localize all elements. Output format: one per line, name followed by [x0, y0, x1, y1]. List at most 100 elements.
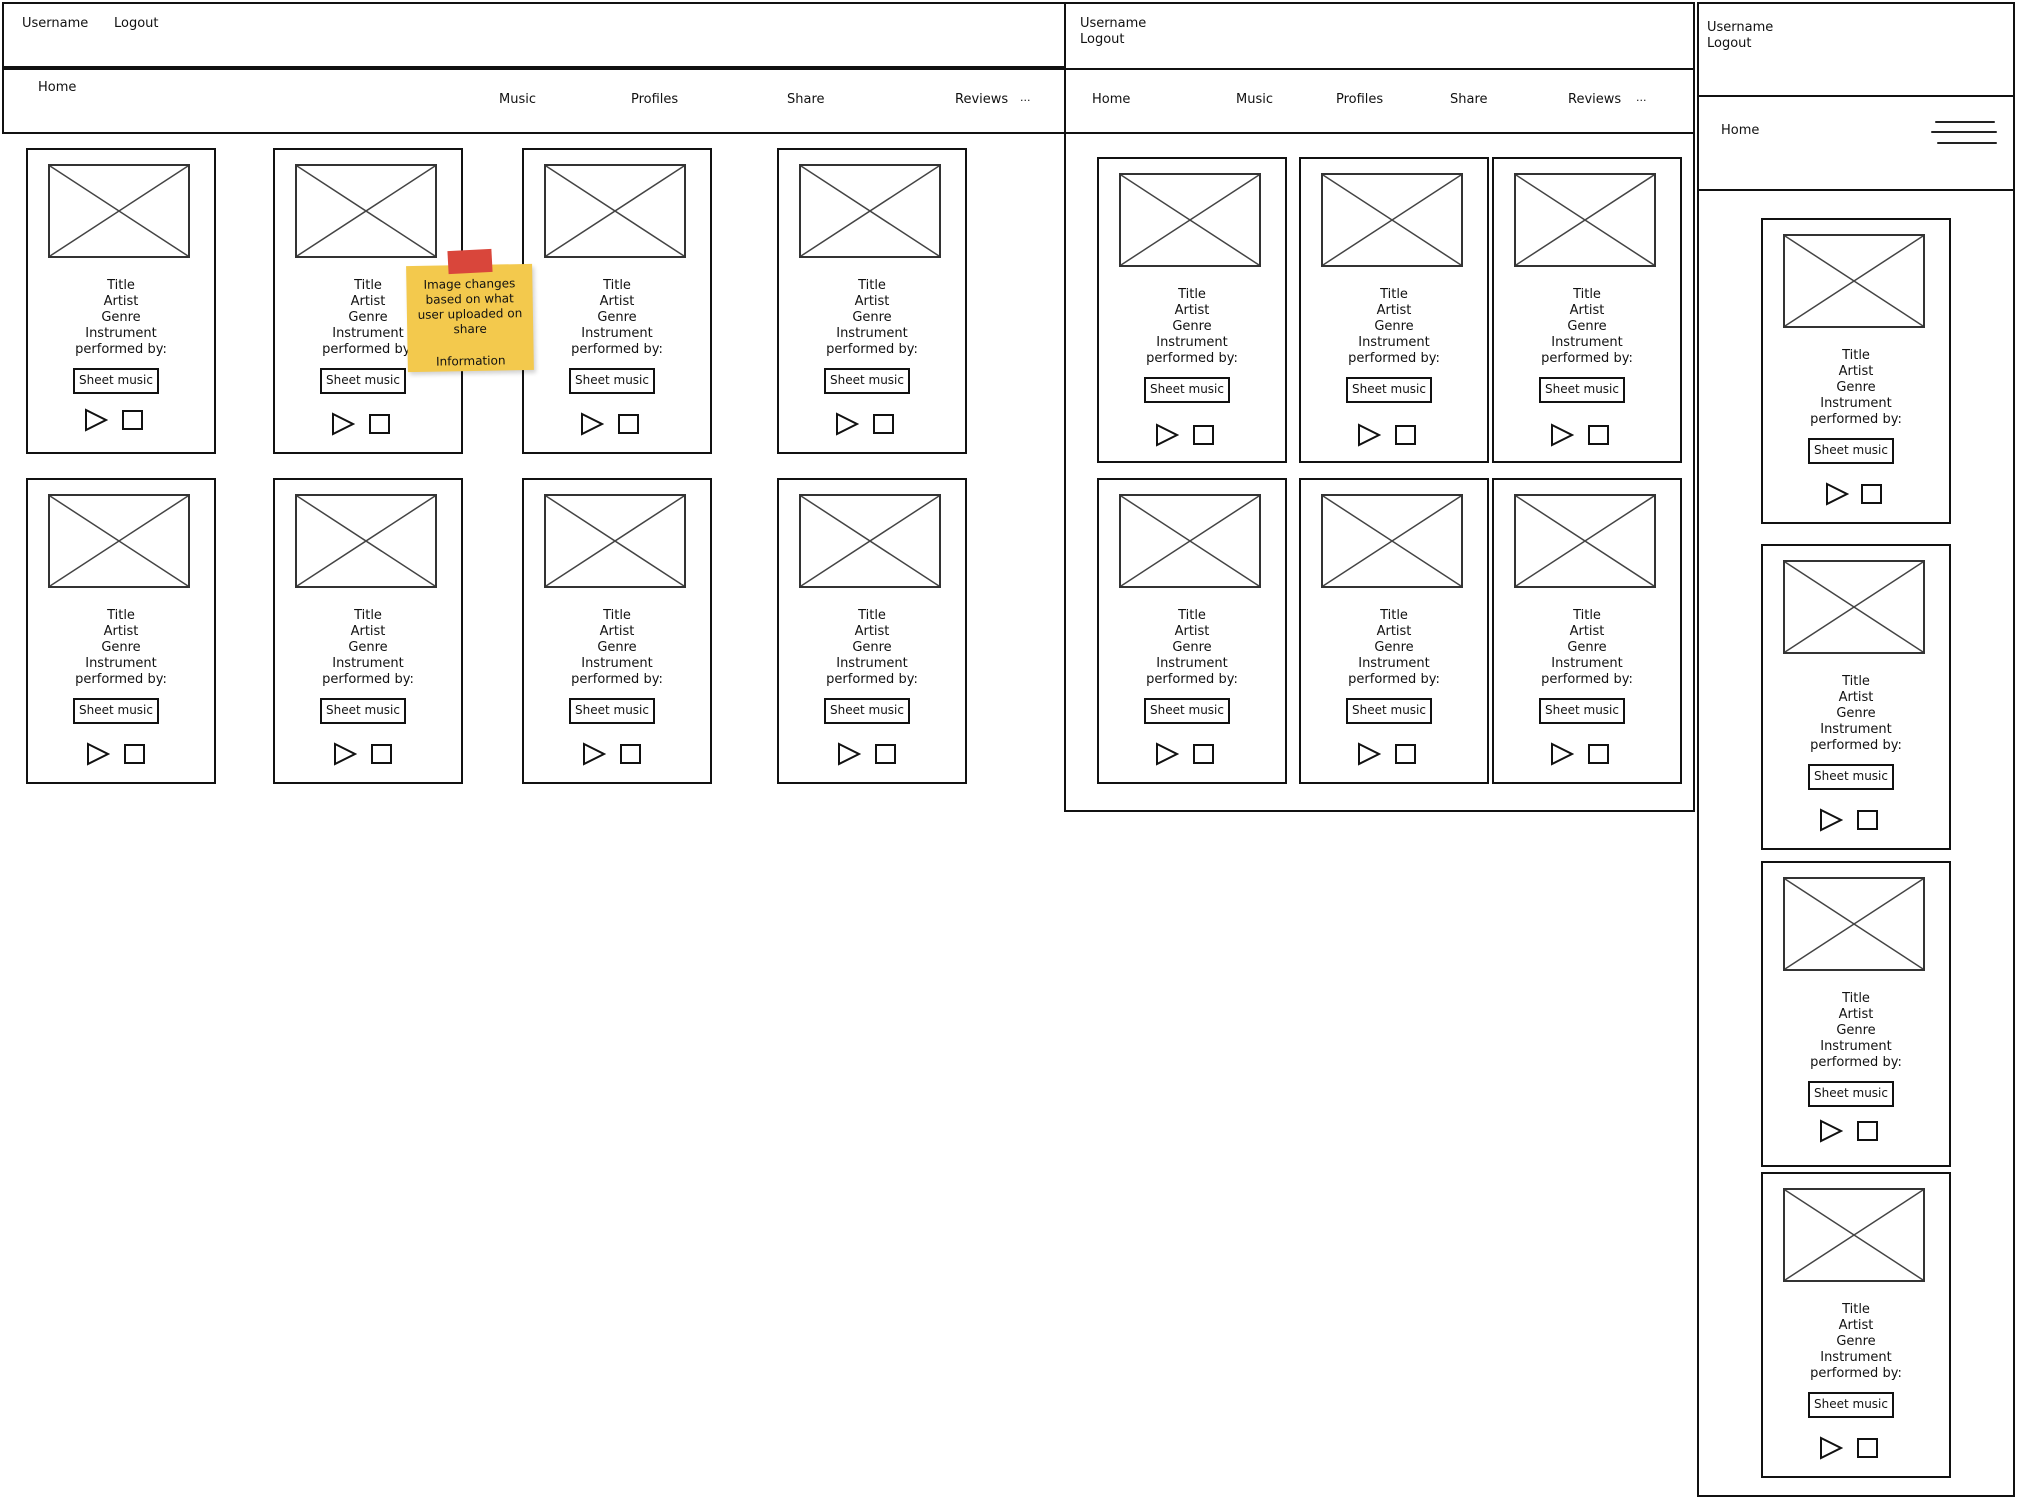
stop-icon[interactable] [1588, 425, 1609, 445]
logout-link[interactable]: Logout [1707, 36, 1752, 52]
music-card[interactable]: Title Artist Genre Instrument performed by: … [777, 148, 967, 454]
play-icon[interactable] [1550, 742, 1574, 766]
nav-more[interactable]: ... [1636, 90, 1647, 106]
stop-icon[interactable] [1861, 484, 1882, 504]
music-card[interactable]: Title Artist Genre Instrument performed by: … [26, 478, 216, 784]
sheet-music-button[interactable]: Sheet music [1346, 698, 1432, 724]
sheet-music-button[interactable]: Sheet music [1808, 1081, 1894, 1107]
sheet-music-button[interactable]: Sheet music [1808, 438, 1894, 464]
stop-icon[interactable] [1588, 744, 1609, 764]
play-icon[interactable] [835, 412, 859, 436]
username-link[interactable]: Username [1080, 16, 1146, 32]
stop-icon[interactable] [1193, 425, 1214, 445]
stop-icon[interactable] [1857, 1438, 1878, 1458]
stop-icon[interactable] [875, 744, 896, 764]
sheet-music-button[interactable]: Sheet music [1808, 1392, 1894, 1418]
track-performed-by: performed by: [571, 342, 663, 357]
stop-icon[interactable] [1193, 744, 1214, 764]
stop-icon[interactable] [124, 744, 145, 764]
nav-more[interactable]: ... [1020, 90, 1031, 106]
nav-home[interactable]: Home [38, 80, 76, 96]
track-performed-by: performed by: [322, 672, 414, 687]
stop-icon[interactable] [1857, 810, 1878, 830]
nav-share[interactable]: Share [787, 92, 825, 108]
play-icon[interactable] [333, 742, 357, 766]
nav-music[interactable]: Music [1236, 92, 1273, 108]
sheet-music-button[interactable]: Sheet music [1539, 377, 1625, 403]
music-card[interactable]: Title Artist Genre Instrument performed by: … [522, 148, 712, 454]
nav-profiles[interactable]: Profiles [631, 92, 678, 108]
play-icon[interactable] [1357, 742, 1381, 766]
username-link[interactable]: Username [22, 16, 88, 32]
sheet-music-button[interactable]: Sheet music [1346, 377, 1432, 403]
play-icon[interactable] [580, 412, 604, 436]
stop-icon[interactable] [122, 410, 143, 430]
sheet-music-button[interactable]: Sheet music [73, 698, 159, 724]
play-icon[interactable] [331, 412, 355, 436]
sheet-music-button[interactable]: Sheet music [320, 368, 406, 394]
sheet-music-button[interactable]: Sheet music [1539, 698, 1625, 724]
music-card[interactable]: Title Artist Genre Instrument performed by: … [1761, 1172, 1951, 1478]
menu-line [1935, 121, 1995, 123]
music-card[interactable]: Title Artist Genre Instrument performed by: … [1761, 861, 1951, 1167]
sheet-music-button[interactable]: Sheet music [320, 698, 406, 724]
play-icon[interactable] [84, 408, 108, 432]
track-title: Title [107, 608, 135, 623]
sheet-music-button[interactable]: Sheet music [569, 698, 655, 724]
music-card[interactable]: Title Artist Genre Instrument performed by: … [1299, 478, 1489, 784]
stop-icon[interactable] [1395, 425, 1416, 445]
sheet-music-button[interactable]: Sheet music [569, 368, 655, 394]
music-card[interactable]: Title Artist Genre Instrument performed by: … [1492, 478, 1682, 784]
play-icon[interactable] [1825, 482, 1849, 506]
nav-home[interactable]: Home [1092, 92, 1130, 108]
nav-music[interactable]: Music [499, 92, 536, 108]
music-card[interactable]: Title Artist Genre Instrument performed by: … [522, 478, 712, 784]
mobile-nav: Home [1697, 95, 2015, 191]
nav-profiles[interactable]: Profiles [1336, 92, 1383, 108]
sheet-music-button[interactable]: Sheet music [1144, 377, 1230, 403]
play-icon[interactable] [1819, 808, 1843, 832]
music-card[interactable]: Title Artist Genre Instrument performed by: … [1492, 157, 1682, 463]
stop-icon[interactable] [618, 414, 639, 434]
stop-icon[interactable] [873, 414, 894, 434]
tablet-header: Username Logout [1064, 2, 1695, 70]
play-icon[interactable] [1819, 1119, 1843, 1143]
stop-icon[interactable] [369, 414, 390, 434]
music-card[interactable]: Title Artist Genre Instrument performed by: … [1097, 478, 1287, 784]
stop-icon[interactable] [1395, 744, 1416, 764]
image-placeholder-icon [1321, 494, 1463, 588]
sheet-music-button[interactable]: Sheet music [1144, 698, 1230, 724]
music-card[interactable]: Title Artist Genre Instrument performed by: … [273, 478, 463, 784]
username-link[interactable]: Username [1707, 20, 1773, 36]
play-icon[interactable] [1357, 423, 1381, 447]
stop-icon[interactable] [371, 744, 392, 764]
play-icon[interactable] [837, 742, 861, 766]
music-card[interactable]: Title Artist Genre Instrument performed by: … [1299, 157, 1489, 463]
logout-link[interactable]: Logout [114, 16, 159, 32]
play-icon[interactable] [1155, 423, 1179, 447]
nav-share[interactable]: Share [1450, 92, 1488, 108]
nav-reviews[interactable]: Reviews [1568, 92, 1621, 108]
music-card[interactable]: Title Artist Genre Instrument performed by: … [26, 148, 216, 454]
logout-link[interactable]: Logout [1080, 32, 1125, 48]
track-instrument: Instrument [836, 656, 908, 671]
play-icon[interactable] [582, 742, 606, 766]
music-card[interactable]: Title Artist Genre Instrument performed by: … [1761, 218, 1951, 524]
stop-icon[interactable] [620, 744, 641, 764]
nav-reviews[interactable]: Reviews [955, 92, 1008, 108]
music-card[interactable]: Title Artist Genre Instrument performed by: … [777, 478, 967, 784]
sheet-music-button[interactable]: Sheet music [824, 368, 910, 394]
play-icon[interactable] [1550, 423, 1574, 447]
hamburger-menu-icon[interactable] [1931, 119, 1999, 149]
play-icon[interactable] [86, 742, 110, 766]
nav-home[interactable]: Home [1721, 123, 1759, 139]
sheet-music-button[interactable]: Sheet music [824, 698, 910, 724]
music-card[interactable]: Title Artist Genre Instrument performed by: … [1761, 544, 1951, 850]
tape-strip [447, 248, 493, 275]
play-icon[interactable] [1155, 742, 1179, 766]
stop-icon[interactable] [1857, 1121, 1878, 1141]
music-card[interactable]: Title Artist Genre Instrument performed by: … [1097, 157, 1287, 463]
play-icon[interactable] [1819, 1436, 1843, 1460]
sheet-music-button[interactable]: Sheet music [73, 368, 159, 394]
sheet-music-button[interactable]: Sheet music [1808, 764, 1894, 790]
